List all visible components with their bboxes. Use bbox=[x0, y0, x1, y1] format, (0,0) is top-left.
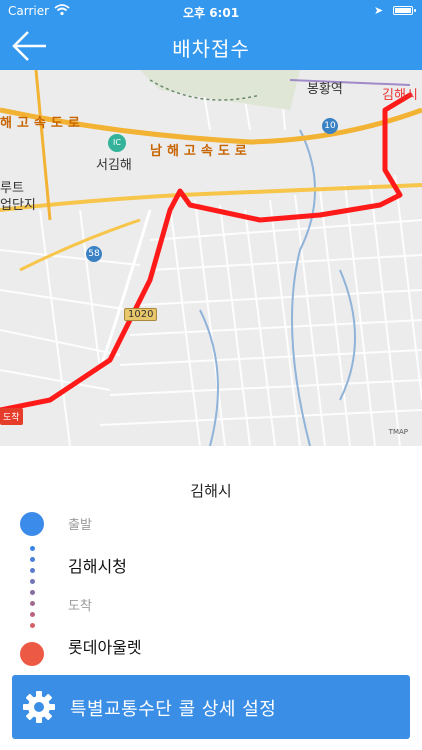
map-label-station: 봉황역 bbox=[307, 82, 343, 97]
path-dot bbox=[30, 579, 35, 584]
start-label: 출발 bbox=[68, 518, 92, 533]
end-point-icon bbox=[20, 642, 44, 666]
battery-icon bbox=[393, 6, 416, 15]
map-label-gimhae: 김해시 bbox=[382, 88, 418, 103]
map-label-left-2: 업단지 bbox=[0, 198, 36, 213]
end-label: 도착 bbox=[68, 599, 92, 614]
start-place: 김해시청 bbox=[68, 557, 127, 576]
status-time: 오후 6:01 bbox=[182, 6, 240, 20]
route-map[interactable]: 봉황역 김해시 해고속도로 남해고속도로 서김해 루트 업단지 IC 58 10… bbox=[0, 70, 422, 446]
start-point-icon bbox=[20, 512, 44, 536]
path-dot bbox=[30, 601, 35, 606]
page-title: 배차접수 bbox=[172, 37, 250, 61]
location-arrow-icon: ➤ bbox=[374, 4, 384, 17]
path-dot bbox=[30, 612, 35, 617]
arrival-marker[interactable]: 도착 bbox=[0, 408, 23, 425]
ic-icon: IC bbox=[108, 134, 126, 152]
path-dot bbox=[30, 623, 35, 628]
map-label-seogimhae: 서김해 bbox=[96, 158, 132, 173]
map-label-highway: 남해고속도로 bbox=[150, 144, 252, 159]
route-10-sign: 10 bbox=[322, 118, 338, 134]
path-dot bbox=[30, 557, 35, 562]
route-58-sign: 58 bbox=[86, 246, 102, 262]
path-dot bbox=[30, 546, 35, 551]
settings-button-label: 특별교통수단 콜 상세 설정 bbox=[70, 699, 277, 720]
path-dot bbox=[30, 568, 35, 573]
tmap-brand: TMAP bbox=[388, 428, 408, 436]
status-bar: Carrier 오후 6:01 ➤ bbox=[0, 0, 422, 22]
nav-bar: 배차접수 bbox=[0, 22, 422, 70]
end-place: 롯데아울렛 bbox=[68, 638, 142, 657]
special-transport-settings-button[interactable]: 특별교통수단 콜 상세 설정 bbox=[12, 675, 410, 739]
map-label-highway-left: 해고속도로 bbox=[0, 116, 85, 131]
city-label: 김해시 bbox=[190, 482, 232, 500]
path-dot bbox=[30, 590, 35, 595]
gear-icon bbox=[23, 691, 55, 723]
route-1020-sign: 1020 bbox=[124, 308, 158, 321]
